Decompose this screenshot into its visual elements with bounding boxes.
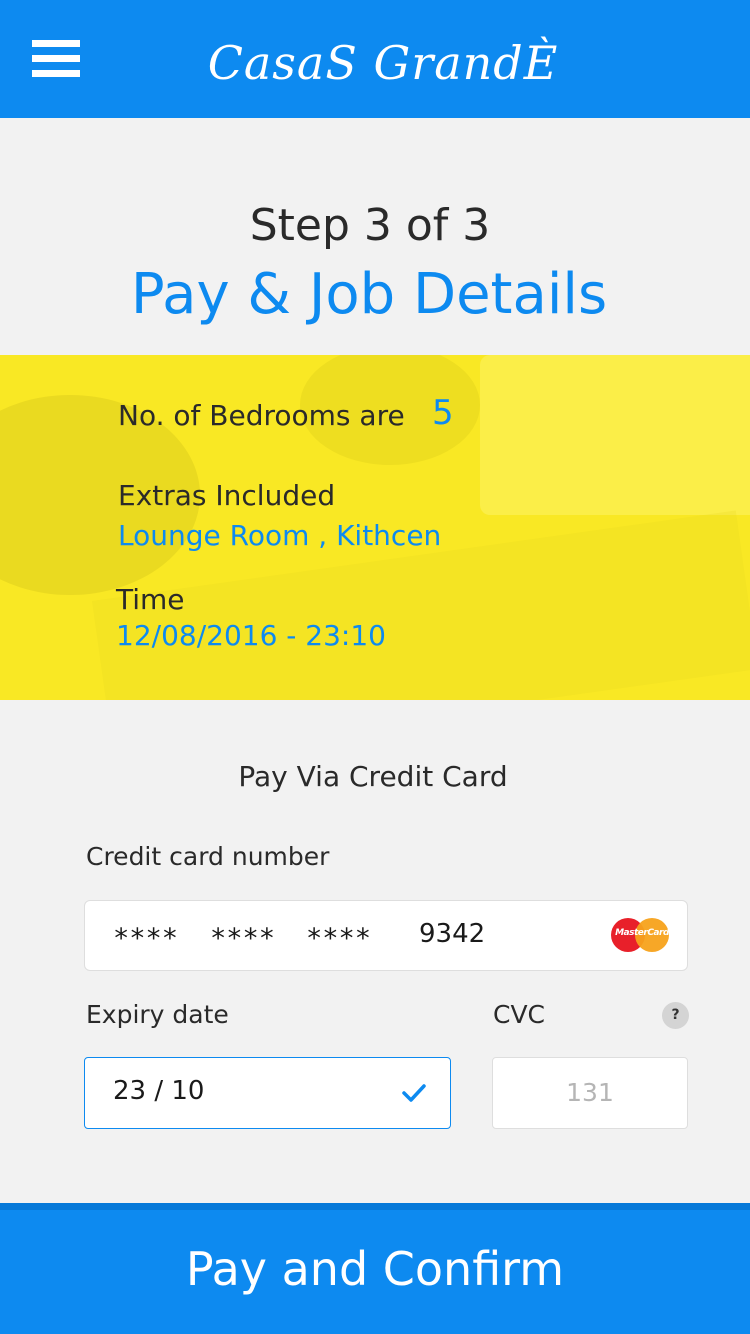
mastercard-icon: MasterCard [611, 916, 671, 954]
bedrooms-value: 5 [432, 393, 454, 433]
time-value: 12/08/2016 - 23:10 [116, 619, 386, 652]
background-texture [480, 355, 750, 515]
extras-value: Lounge Room , Kithcen [118, 519, 442, 552]
pay-and-confirm-button[interactable]: Pay and Confirm [0, 1203, 750, 1334]
job-details-panel: No. of Bedrooms are 5 Extras Included Lo… [0, 355, 750, 700]
card-number-segment: **** [210, 923, 276, 954]
cvc-label: CVC [493, 1000, 546, 1029]
expiry-date-value: 23 / 10 [113, 1076, 205, 1106]
page-title: Pay & Job Details [130, 262, 608, 327]
card-number-segment: **** [113, 923, 179, 954]
cvc-placeholder: 131 [566, 1078, 614, 1107]
card-number-field[interactable]: **** **** **** 9342 MasterCard [84, 900, 688, 971]
card-number-segment: **** [306, 923, 372, 954]
time-label: Time [116, 583, 185, 616]
app-header: CasaS GrandÈ [0, 0, 750, 118]
mastercard-logo-text: MasterCard [615, 928, 669, 938]
bedrooms-label: No. of Bedrooms are [118, 399, 405, 432]
card-number-label: Credit card number [86, 842, 330, 871]
extras-label: Extras Included [118, 479, 336, 512]
payment-method-heading: Pay Via Credit Card [238, 760, 508, 793]
cvc-help-icon[interactable]: ? [662, 1002, 689, 1029]
card-number-last-digits: 9342 [419, 919, 486, 949]
expiry-date-label: Expiry date [86, 1000, 229, 1029]
step-indicator: Step 3 of 3 [249, 200, 491, 251]
checkmark-icon [402, 1084, 426, 1102]
cvc-field[interactable]: 131 [492, 1057, 688, 1129]
app-brand-logo: CasaS GrandÈ [207, 36, 559, 90]
expiry-date-field[interactable]: 23 / 10 [84, 1057, 451, 1129]
